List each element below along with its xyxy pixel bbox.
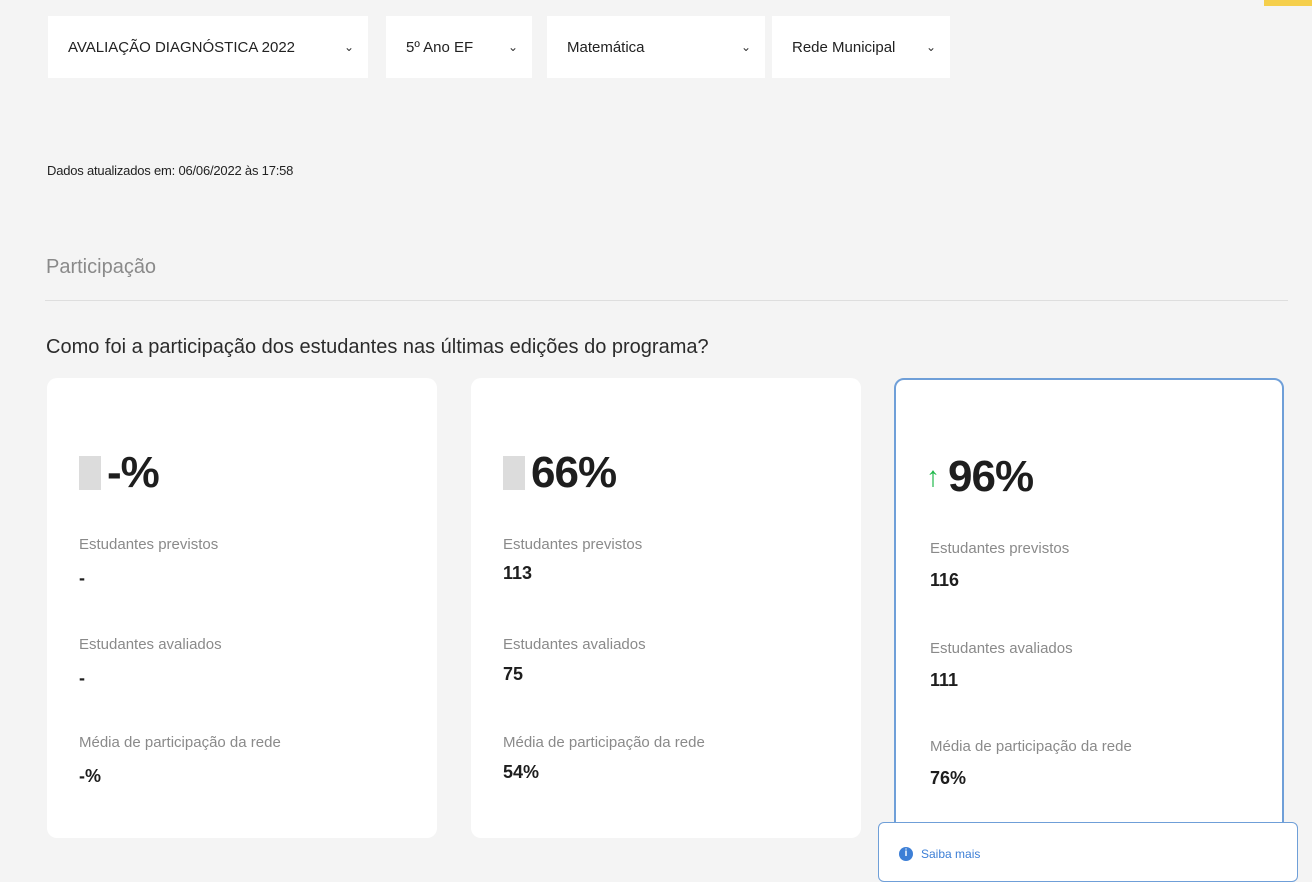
expected-value: - [79, 568, 85, 588]
network-average-label: Média de participação da rede [503, 734, 705, 751]
evaluated-label: Estudantes avaliados [79, 636, 222, 653]
network-average-value: 54% [503, 762, 540, 782]
question-heading: Como foi a participação dos estudantes n… [46, 336, 709, 358]
evaluated-value: - [79, 668, 85, 688]
trend-placeholder-icon [503, 456, 525, 490]
chevron-down-icon: ⌄ [925, 40, 936, 54]
network-average-label: Média de participação da rede [79, 734, 281, 751]
saiba-mais-button[interactable]: i Saiba mais [878, 822, 1298, 882]
expected-value: 113 [503, 563, 533, 583]
subject-select-value: Matemática [567, 38, 645, 56]
network-select[interactable]: Rede Municipal ⌄ [772, 16, 950, 78]
participation-percent: -% [79, 448, 160, 498]
evaluation-select[interactable]: AVALIAÇÃO DIAGNÓSTICA 2022 ⌄ [48, 16, 368, 78]
evaluated-value: 75 [503, 664, 524, 684]
arrow-up-icon: ↑ [926, 461, 940, 492]
trend-placeholder-icon [79, 456, 101, 490]
participation-percent: ↑ 96% [926, 452, 1034, 502]
evaluated-label: Estudantes avaliados [503, 636, 646, 653]
participation-percent: 66% [503, 448, 617, 498]
expected-label: Estudantes previstos [503, 536, 643, 553]
network-average-label: Média de participação da rede [930, 738, 1132, 755]
updated-timestamp: Dados atualizados em: 06/06/2022 às 17:5… [47, 163, 294, 178]
network-average-value: 76% [930, 768, 967, 788]
network-select-value: Rede Municipal [792, 38, 896, 56]
expected-value: 116 [930, 570, 960, 590]
chevron-down-icon: ⌄ [740, 40, 751, 54]
info-icon: i [899, 847, 913, 861]
expected-label: Estudantes previstos [930, 540, 1070, 557]
evaluation-select-value: AVALIAÇÃO DIAGNÓSTICA 2022 [68, 38, 296, 56]
chevron-down-icon: ⌄ [343, 40, 354, 54]
expected-label: Estudantes previstos [79, 536, 219, 553]
evaluated-value: 111 [930, 670, 959, 690]
participation-card-1: -% Estudantes previstos - Estudantes ava… [47, 378, 437, 838]
percent-value: 96% [948, 452, 1034, 501]
network-average-value: -% [79, 766, 101, 786]
evaluated-label: Estudantes avaliados [930, 640, 1073, 657]
corner-indicator [1264, 0, 1312, 6]
saiba-mais-label: Saiba mais [921, 847, 981, 861]
subject-select[interactable]: Matemática ⌄ [547, 16, 765, 78]
grade-select-value: 5º Ano EF [406, 38, 474, 56]
chevron-down-icon: ⌄ [507, 40, 518, 54]
participation-card-3: ↑ 96% Estudantes previstos 116 Estudante… [894, 378, 1284, 838]
percent-value: -% [107, 448, 160, 497]
section-divider [45, 300, 1288, 301]
percent-value: 66% [531, 448, 617, 497]
participation-card-2: 66% Estudantes previstos 113 Estudantes … [471, 378, 861, 838]
grade-select[interactable]: 5º Ano EF ⌄ [386, 16, 532, 78]
section-title: Participação [46, 256, 157, 278]
